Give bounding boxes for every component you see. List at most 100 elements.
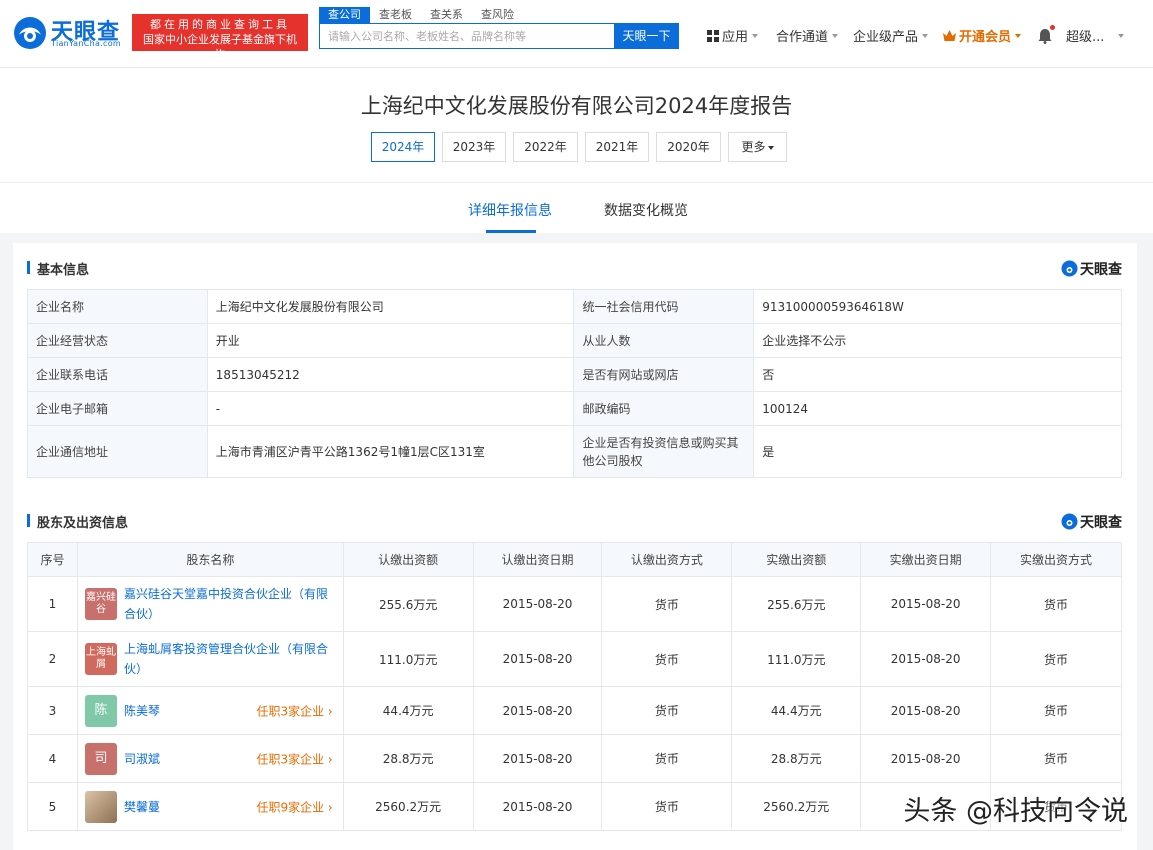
nav-enterprise-label: 企业级产品 — [853, 30, 919, 45]
tianyancha-logo[interactable]: 天眼查 TianYanCha.com — [13, 14, 128, 52]
basic-info-table: 企业名称 上海纪中文化发展股份有限公司 统一社会信用代码 91310000059… — [27, 289, 1122, 478]
basic-info-watermark-text: 天眼查 — [1080, 262, 1122, 278]
report-content-card: 基本信息 天眼查 企业名称 上海纪中文化发展股份有限公司 统一社会信用代码 91… — [13, 243, 1137, 850]
search-input[interactable] — [320, 24, 614, 48]
year-2022-button[interactable]: 2022年 — [513, 132, 578, 162]
column-header: 认缴出资额 — [342, 542, 474, 577]
nav-apps[interactable]: 应用 — [707, 26, 759, 45]
active-tab-indicator — [486, 230, 536, 233]
search-tab-company[interactable]: 查公司 — [319, 7, 370, 23]
crown-icon — [943, 30, 956, 41]
basic-info-watermark: 天眼查 — [1061, 259, 1122, 279]
subscribed-method: 货币 — [601, 631, 733, 687]
column-header: 认缴出资方式 — [601, 542, 733, 577]
table-row: 3 陈 陈美琴 任职3家企业 › 44.4万元 2015-08-20 货币 44… — [27, 686, 1122, 735]
shareholder-name-link[interactable]: 嘉兴硅谷天堂嘉中投资合伙企业（有限合伙） — [124, 584, 343, 624]
shareholders-title: 股东及出资信息 — [27, 512, 128, 531]
tab-detailed-report[interactable]: 详细年报信息 — [468, 200, 552, 220]
table-row: 企业经营状态 开业 从业人数 企业选择不公示 — [27, 323, 1122, 358]
slogan-banner: 都在用的商业查询工具 国家中小企业发展子基金旗下机构 — [132, 14, 308, 61]
user-name-label: 超级... — [1066, 30, 1105, 45]
search-tab-risk[interactable]: 查风险 — [472, 7, 523, 23]
field-label: 企业是否有投资信息或购买其他公司股权 — [573, 425, 755, 478]
column-header: 实缴出资额 — [731, 542, 862, 577]
shareholders-watermark: 天眼查 — [1061, 512, 1122, 532]
avatar: 嘉兴硅谷 — [84, 588, 117, 620]
field-label: 企业经营状态 — [27, 323, 208, 358]
slogan-line-2: 国家中小企业发展子基金旗下机构 — [143, 33, 297, 61]
chevron-down-icon — [767, 145, 774, 150]
table-row: 4 司 司淑斌 任职3家企业 › 28.8万元 2015-08-20 货币 28… — [27, 734, 1122, 783]
table-row: 2 上海虬屑 上海虬屑客投资管理合伙企业（有限合伙） 111.0万元 2015-… — [27, 631, 1122, 687]
paid-amount: 2560.2万元 — [731, 782, 862, 831]
positions-link[interactable]: 任职9家企业 › — [256, 798, 332, 815]
year-2023-button[interactable]: 2023年 — [442, 132, 506, 162]
chevron-down-icon — [752, 33, 759, 38]
slogan-line-1: 都在用的商业查询工具 — [150, 18, 290, 31]
paid-method: 货币 — [990, 631, 1122, 687]
paid-date: 2015-08-20 — [860, 734, 992, 783]
shareholders-table: 序号 股东名称 认缴出资额 认缴出资日期 认缴出资方式 实缴出资额 实缴出资日期… — [27, 542, 1122, 831]
positions-link[interactable]: 任职3家企业 › — [256, 750, 332, 767]
subscribed-amount: 111.0万元 — [342, 631, 474, 687]
field-value: 上海纪中文化发展股份有限公司 — [206, 289, 575, 324]
avatar-photo — [84, 790, 117, 823]
row-number: 5 — [27, 782, 78, 831]
table-row: 1 嘉兴硅谷 嘉兴硅谷天堂嘉中投资合伙企业（有限合伙） 255.6万元 2015… — [27, 576, 1122, 632]
subscribed-date: 2015-08-20 — [472, 734, 603, 783]
table-row: 企业通信地址 上海市青浦区沪青平公路1362号1幢1层C区131室 企业是否有投… — [27, 425, 1122, 478]
field-label: 企业联系电话 — [27, 357, 208, 392]
avatar: 司 — [84, 742, 117, 775]
row-number: 1 — [27, 576, 78, 632]
subscribed-method: 货币 — [601, 576, 733, 632]
notification-bell-icon[interactable] — [1037, 28, 1053, 44]
column-header: 股东名称 — [76, 542, 344, 577]
basic-info-title: 基本信息 — [27, 259, 89, 278]
search-tab-relation[interactable]: 查关系 — [421, 7, 472, 23]
field-label: 邮政编码 — [573, 391, 755, 426]
nav-user-menu[interactable]: 超级... — [1066, 26, 1125, 45]
table-row: 企业电子邮箱 - 邮政编码 100124 — [27, 391, 1122, 426]
table-row: 企业联系电话 18513045212 是否有网站或网店 否 — [27, 357, 1122, 392]
field-value: 91310000059364618W — [753, 289, 1122, 324]
subscribed-method: 货币 — [601, 686, 733, 735]
nav-vip[interactable]: 开通会员 — [943, 26, 1022, 45]
search-button[interactable]: 天眼一下 — [614, 23, 679, 49]
notification-dot — [1050, 25, 1055, 30]
subscribed-date: 2015-08-20 — [472, 576, 603, 632]
field-value: 上海市青浦区沪青平公路1362号1幢1层C区131室 — [206, 425, 575, 478]
field-value: 是 — [753, 425, 1122, 478]
table-row: 企业名称 上海纪中文化发展股份有限公司 统一社会信用代码 91310000059… — [27, 289, 1122, 324]
year-2021-button[interactable]: 2021年 — [585, 132, 649, 162]
year-2020-button[interactable]: 2020年 — [656, 132, 721, 162]
field-label: 统一社会信用代码 — [573, 289, 755, 324]
chevron-down-icon — [832, 33, 839, 38]
year-2024-button[interactable]: 2024年 — [371, 132, 435, 162]
nav-partner[interactable]: 合作通道 — [776, 26, 839, 45]
positions-link[interactable]: 任职3家企业 › — [256, 702, 332, 719]
nav-enterprise[interactable]: 企业级产品 — [853, 26, 929, 45]
column-header: 序号 — [27, 542, 78, 577]
shareholder-name-link[interactable]: 上海虬屑客投资管理合伙企业（有限合伙） — [124, 639, 343, 679]
field-label: 是否有网站或网店 — [573, 357, 755, 392]
paid-date: 2015-08-20 — [860, 576, 992, 632]
shareholder-cell: 陈 陈美琴 任职3家企业 › — [76, 686, 344, 735]
field-label: 从业人数 — [573, 323, 755, 358]
row-number: 3 — [27, 686, 78, 735]
subscribed-amount: 28.8万元 — [342, 734, 474, 783]
search-tabs: 查公司 查老板 查关系 查风险 — [319, 7, 523, 23]
nav-apps-label: 应用 — [722, 30, 749, 45]
brand-domain: TianYanCha.com — [51, 39, 121, 48]
paid-amount: 255.6万元 — [731, 576, 862, 632]
subscribed-method: 货币 — [601, 782, 733, 831]
field-value: 企业选择不公示 — [753, 323, 1122, 358]
tab-data-changes[interactable]: 数据变化概览 — [604, 200, 688, 220]
more-years-button[interactable]: 更多 — [728, 132, 787, 162]
row-number: 2 — [27, 631, 78, 687]
field-value: 开业 — [206, 323, 575, 358]
search-tab-boss[interactable]: 查老板 — [370, 7, 421, 23]
field-value: 18513045212 — [206, 357, 575, 392]
paid-amount: 44.4万元 — [731, 686, 862, 735]
nav-partner-label: 合作通道 — [776, 30, 829, 45]
report-title: 上海纪中文化发展股份有限公司2024年度报告 — [360, 94, 793, 118]
